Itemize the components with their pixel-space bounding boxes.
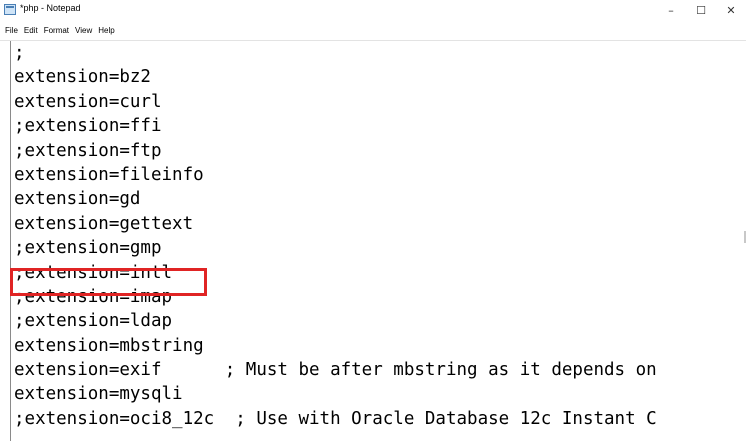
editor-line[interactable]: extension=gd bbox=[14, 187, 657, 211]
editor-left-edge bbox=[10, 41, 11, 441]
editor-line[interactable]: extension=fileinfo bbox=[14, 163, 657, 187]
menu-format[interactable]: Format bbox=[44, 26, 69, 35]
text-editor-area[interactable]: ; extension=bz2 extension=curl ;extensio… bbox=[0, 40, 746, 441]
close-button[interactable]: ✕ bbox=[716, 0, 746, 20]
menu-edit[interactable]: Edit bbox=[24, 26, 38, 35]
editor-lines: ; extension=bz2 extension=curl ;extensio… bbox=[14, 41, 657, 431]
window-title: *php - Notepad bbox=[20, 3, 81, 13]
editor-line[interactable]: extension=mysqli bbox=[14, 382, 657, 406]
editor-line[interactable]: ; bbox=[14, 41, 657, 65]
editor-line[interactable]: extension=bz2 bbox=[14, 65, 657, 89]
editor-line[interactable]: extension=gettext bbox=[14, 212, 657, 236]
editor-line[interactable]: ;extension=ldap bbox=[14, 309, 657, 333]
maximize-button[interactable]: ☐ bbox=[686, 0, 716, 20]
editor-line[interactable]: extension=mbstring bbox=[14, 334, 657, 358]
title-bar[interactable]: *php - Notepad – ☐ ✕ bbox=[0, 0, 746, 20]
menu-view[interactable]: View bbox=[75, 26, 92, 35]
intl-highlight-box bbox=[10, 268, 207, 296]
editor-line[interactable]: ;extension=ffi bbox=[14, 114, 657, 138]
editor-line[interactable]: ;extension=ftp bbox=[14, 139, 657, 163]
editor-line[interactable]: extension=exif ; Must be after mbstring … bbox=[14, 358, 657, 382]
editor-line[interactable]: ;extension=gmp bbox=[14, 236, 657, 260]
editor-line[interactable]: extension=curl bbox=[14, 90, 657, 114]
minimize-button[interactable]: – bbox=[656, 0, 686, 20]
menu-help[interactable]: Help bbox=[98, 26, 114, 35]
editor-line[interactable]: ;extension=oci8_12c ; Use with Oracle Da… bbox=[14, 407, 657, 431]
menu-file[interactable]: File bbox=[5, 26, 18, 35]
notepad-window: *php - Notepad – ☐ ✕ File Edit Format Vi… bbox=[0, 0, 746, 441]
menu-bar: File Edit Format View Help bbox=[0, 22, 746, 38]
notepad-app-icon bbox=[4, 4, 16, 15]
window-controls: – ☐ ✕ bbox=[656, 0, 746, 20]
